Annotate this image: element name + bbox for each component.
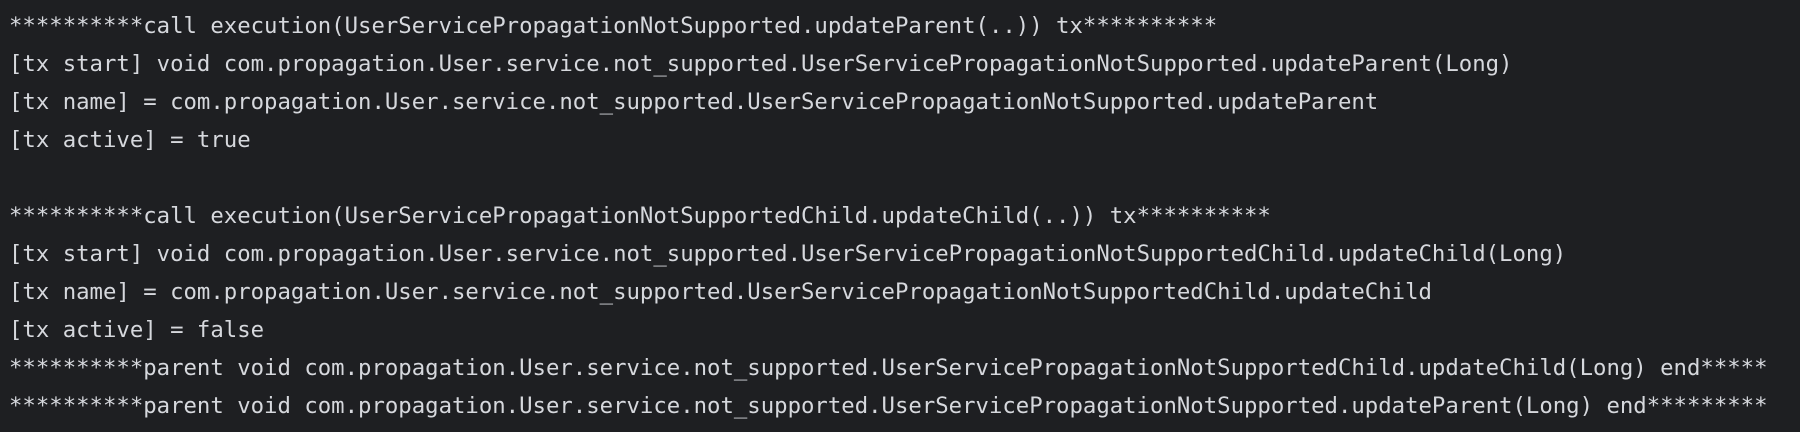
log-line: **********parent void com.propagation.Us… [9,355,1768,381]
log-line: [tx active] = true [9,127,251,153]
log-line: [tx start] void com.propagation.User.ser… [9,51,1513,77]
console-output[interactable]: **********call execution(UserServiceProp… [0,0,1800,432]
log-line: [tx name] = com.propagation.User.service… [9,89,1379,115]
log-line: **********call execution(UserServiceProp… [9,203,1271,229]
log-line: **********call execution(UserServiceProp… [9,13,1218,39]
log-line: [tx name] = com.propagation.User.service… [9,279,1432,305]
log-line: [tx start] void com.propagation.User.ser… [9,241,1567,267]
log-line: **********parent void com.propagation.Us… [9,393,1768,419]
log-line: [tx active] = false [9,317,265,343]
